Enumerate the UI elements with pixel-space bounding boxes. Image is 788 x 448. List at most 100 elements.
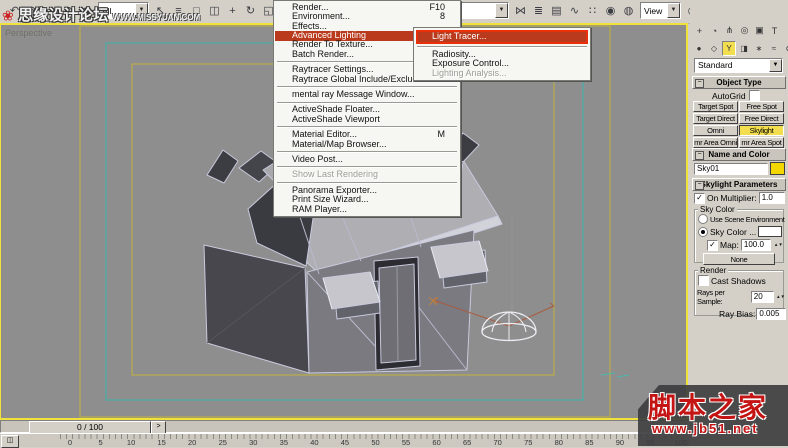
align-icon[interactable]: ≣ (530, 2, 547, 19)
systems-category-icon[interactable]: ⊛ (782, 41, 788, 56)
menu-item-material-map-browser[interactable]: Material/Map Browser... (275, 140, 459, 149)
menu-separator (277, 126, 457, 128)
target-spot-button[interactable]: Target Spot (693, 101, 738, 112)
dropdown-arrow-icon[interactable]: ▼ (769, 59, 782, 72)
target-direct-button[interactable]: Target Direct (693, 113, 738, 124)
cast-shadows-row: Cast Shadows (698, 275, 786, 286)
rays-per-sample-spinner[interactable]: ▲▼ (776, 295, 785, 300)
ray-bias-row: Ray Bias: 0.005 ▲▼ (719, 308, 788, 320)
ray-bias-input[interactable]: 0.005 (756, 308, 786, 320)
helpers-category-icon[interactable]: ∗ (752, 41, 766, 56)
rays-per-sample-input[interactable]: 20 (751, 291, 774, 303)
use-scene-env-row: Use Scene Environment (698, 214, 786, 224)
menu-separator (277, 166, 457, 168)
dropdown-value: View (644, 6, 662, 16)
rays-per-sample-row: Rays per Sample: 20 ▲▼ (697, 288, 785, 306)
sky-color-group: Sky Color Use Scene Environment Sky Colo… (694, 209, 784, 263)
collapse-icon: − (695, 151, 704, 160)
light-type-dropdown[interactable]: Standard ▼ (694, 58, 783, 73)
name-color-rollout-header[interactable]: − Name and Color (692, 148, 786, 161)
free-spot-button[interactable]: Free Spot (739, 101, 784, 112)
map-row: ✓ Map: 100.0 ▲▼ (707, 239, 788, 251)
menu-separator (277, 182, 457, 184)
curve-editor-icon[interactable]: ∿ (566, 2, 583, 19)
create-tab-icon[interactable]: + (693, 24, 706, 37)
mini-watermark-mark (601, 373, 629, 377)
object-name-input[interactable]: Sky01 (694, 163, 768, 175)
use-scene-environment-radio[interactable] (698, 214, 708, 224)
on-multiplier-row: ✓ On Multiplier: 1.0 ▲▼ (694, 192, 788, 204)
geometry-category-icon[interactable]: ● (692, 41, 706, 56)
window-crossing-icon[interactable]: ◫ (206, 2, 223, 19)
menu-separator (277, 151, 457, 153)
layer-manager-icon[interactable]: ▤ (548, 2, 565, 19)
advanced-lighting-submenu: Light Tracer... Radiosity... Exposure Co… (413, 27, 591, 81)
display-tab-icon[interactable]: ▣ (753, 24, 766, 37)
lights-category-icon[interactable]: Y (722, 41, 736, 56)
menu-item-ram-player[interactable]: RAM Player... (275, 205, 459, 214)
menu-separator (277, 102, 457, 104)
dropdown-arrow-icon[interactable]: ▼ (667, 3, 680, 18)
jb51-watermark: 脚本之家 www.jb51.net (638, 385, 788, 446)
map-amount-spinner[interactable]: ▲▼ (774, 243, 783, 248)
select-and-move-icon[interactable]: + (224, 2, 241, 19)
hierarchy-tab-icon[interactable]: ⋔ (723, 24, 736, 37)
track-bar[interactable]: ◫ 05101520253035404550556065707580859095… (0, 433, 689, 447)
object-color-swatch[interactable] (770, 162, 785, 175)
sky-color-radio[interactable] (698, 227, 708, 237)
map-none-button[interactable]: None (703, 253, 775, 265)
menu-item-mental-ray-message[interactable]: mental ray Message Window... (275, 90, 459, 99)
sky-color-row: Sky Color ... (698, 226, 786, 237)
modify-tab-icon[interactable]: ◔ (708, 24, 721, 37)
menu-item-show-last-rendering[interactable]: Show Last Rendering (275, 170, 459, 179)
utilities-tab-icon[interactable]: T (768, 24, 781, 37)
motion-tab-icon[interactable]: ◎ (738, 24, 751, 37)
shapes-category-icon[interactable]: ◇ (707, 41, 721, 56)
command-panel-tabs: +◔⋔◎▣T (693, 24, 781, 37)
menu-item-video-post[interactable]: Video Post... (275, 155, 459, 164)
command-panel: +◔⋔◎▣T ●◇Y◨∗≈⊛ Standard ▼ − Object Type … (690, 0, 788, 446)
menu-separator (277, 86, 457, 88)
select-and-rotate-icon[interactable]: ↻ (242, 2, 259, 19)
object-type-rollout-header[interactable]: − Object Type (692, 76, 786, 89)
skylight-parameters-rollout-header[interactable]: − Skylight Parameters (692, 178, 786, 191)
autogrid-row: AutoGrid (712, 90, 760, 101)
submenu-item-light-tracer[interactable]: Light Tracer... (416, 30, 588, 44)
light-category-row: ●◇Y◨∗≈⊛ (692, 41, 788, 56)
omni-button[interactable]: Omni (693, 125, 738, 136)
mirror-icon[interactable]: ⋈ (512, 2, 529, 19)
spacewarps-category-icon[interactable]: ≈ (767, 41, 781, 56)
mr-area-spot-button[interactable]: mr Area Spot (739, 137, 784, 148)
name-color-row: Sky01 (694, 162, 785, 175)
mr-area-omni-button[interactable]: mr Area Omni (693, 137, 738, 148)
material-editor-icon[interactable]: ◉ (602, 2, 619, 19)
submenu-item-lighting-analysis[interactable]: Lighting Analysis... (415, 69, 589, 78)
multiplier-input[interactable]: 1.0 (759, 192, 785, 204)
render-setup-icon[interactable]: ◍ (620, 2, 637, 19)
autogrid-checkbox[interactable] (749, 90, 760, 101)
skylight-button[interactable]: Skylight (739, 125, 784, 136)
map-amount-input[interactable]: 100.0 (741, 239, 771, 251)
on-checkbox[interactable]: ✓ (694, 193, 705, 204)
cast-shadows-checkbox[interactable] (698, 275, 709, 286)
object-type-buttons: Target SpotFree SpotTarget DirectFree Di… (693, 101, 784, 148)
time-slider-bar[interactable]: 0 / 100 > (0, 420, 689, 433)
collapse-icon: − (695, 181, 704, 190)
axis-arrowhead (549, 303, 554, 308)
menu-separator (417, 46, 587, 48)
schematic-view-icon[interactable]: ∷ (584, 2, 601, 19)
render-group: Render Cast Shadows Rays per Sample: 20 … (694, 270, 784, 316)
missyuan-watermark: ❀ 思缘设计论坛 WWW.MISSYUAN.COM (2, 4, 200, 25)
sky-color-swatch[interactable] (758, 226, 782, 237)
render-type-dropdown[interactable]: View ▼ (640, 2, 681, 19)
free-direct-button[interactable]: Free Direct (739, 113, 784, 124)
dropdown-arrow-icon[interactable]: ▼ (495, 3, 508, 18)
viewport-label[interactable]: Perspective (5, 28, 52, 38)
mini-curve-editor-button[interactable]: ◫ (1, 435, 19, 448)
cameras-category-icon[interactable]: ◨ (737, 41, 751, 56)
3dsmax-window: ↶↷∞⊘∿All▼↖≡□◫+↻◱View▼ {·}▼⋈≣▤∿∷◉◍View▼◎ (0, 0, 788, 446)
menu-item-activeshade-viewport[interactable]: ActiveShade Viewport (275, 115, 459, 124)
flower-logo-icon: ❀ (2, 7, 14, 23)
collapse-icon: − (695, 79, 704, 88)
map-checkbox[interactable]: ✓ (707, 240, 718, 251)
